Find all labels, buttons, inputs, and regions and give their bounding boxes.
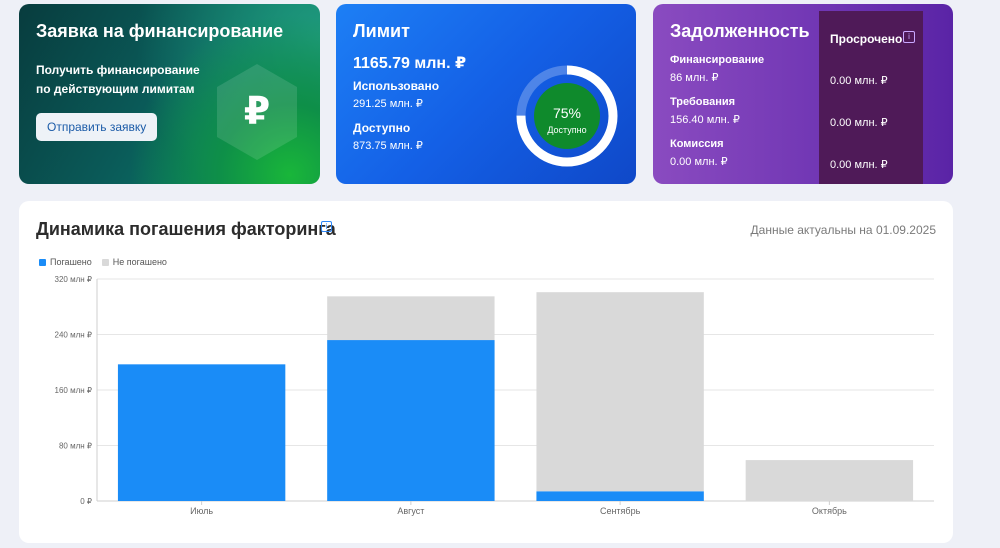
repayment-chart: 0 ₽ 80 млн ₽ 160 млн ₽ 240 млн ₽ 320 млн ₽ Ию… xyxy=(55,275,934,516)
financing-request-title: Заявка на финансирование xyxy=(36,21,284,41)
y-tick-label: 80 млн ₽ xyxy=(59,442,92,451)
debt-financing-label: Финансирование xyxy=(670,54,765,66)
y-tick-label: 0 ₽ xyxy=(80,497,92,506)
debt-card: Задолженность Финансирование 86 млн. ₽ Т… xyxy=(653,4,953,184)
debt-claims-label: Требования xyxy=(670,96,736,108)
repayment-chart-panel: 0 ₽ 80 млн ₽ 160 млн ₽ 240 млн ₽ 320 млн ₽ Ию… xyxy=(19,201,953,543)
available-value: 873.75 млн. ₽ xyxy=(353,140,423,152)
used-label: Использовано xyxy=(353,79,440,93)
x-tick-label: Октябрь xyxy=(812,506,847,516)
info-icon[interactable]: i xyxy=(903,31,915,43)
bar-unpaid xyxy=(536,292,704,492)
legend-item-paid[interactable]: Погашено xyxy=(39,257,92,267)
overdue-claims-value: 0.00 млн. ₽ xyxy=(830,117,888,129)
limit-title: Лимит xyxy=(353,21,410,41)
bar-unpaid xyxy=(745,460,914,501)
legend-swatch-unpaid xyxy=(101,258,109,266)
legend-label-unpaid: Не погашено xyxy=(112,257,167,267)
limit-total: 1165.79 млн. ₽ xyxy=(353,55,467,72)
send-request-button[interactable]: Отправить заявку xyxy=(36,113,158,141)
debt-title: Задолженность xyxy=(670,21,810,41)
limit-card: Лимит 1165.79 млн. ₽ Использовано 291.25… xyxy=(336,4,636,184)
debt-claims-value: 156.40 млн. ₽ xyxy=(670,114,740,126)
bar-paid xyxy=(117,364,286,501)
donut-caption: Доступно xyxy=(547,125,587,135)
x-tick-label: Сентябрь xyxy=(600,506,641,516)
available-percent: 75% xyxy=(552,105,582,121)
overdue-commission-value: 0.00 млн. ₽ xyxy=(830,159,888,171)
chart-legend: Погашено Не погашено xyxy=(39,257,167,267)
chart-title: Динамика погашения факторинга xyxy=(36,219,336,239)
data-date: Данные актуальны на 01.09.2025 xyxy=(750,223,936,237)
ruble-symbol: ₽ xyxy=(244,91,270,133)
ruble-hexagon-icon: ₽ xyxy=(217,64,297,160)
legend-swatch-paid xyxy=(39,258,46,266)
bar-unpaid xyxy=(327,296,495,341)
x-tick-label: Июль xyxy=(190,506,213,516)
y-tick-label: 160 млн ₽ xyxy=(55,386,92,395)
overdue-title: Просрочено xyxy=(830,32,903,46)
used-value: 291.25 млн. ₽ xyxy=(353,98,423,110)
overdue-column: Просрочено i 0.00 млн. ₽ 0.00 млн. ₽ 0.0… xyxy=(819,11,923,184)
debt-financing-value: 86 млн. ₽ xyxy=(670,72,719,84)
debt-commission-label: Комиссия xyxy=(670,138,724,150)
y-tick-label: 320 млн ₽ xyxy=(55,275,92,284)
bar-paid xyxy=(536,491,704,501)
y-tick-label: 240 млн ₽ xyxy=(55,331,92,340)
financing-request-card: Заявка на финансирование Получить финанс… xyxy=(19,4,320,184)
info-icon[interactable]: i xyxy=(321,221,332,232)
debt-commission-value: 0.00 млн. ₽ xyxy=(670,156,728,168)
overdue-financing-value: 0.00 млн. ₽ xyxy=(830,75,888,87)
x-tick-label: Август xyxy=(397,506,424,516)
financing-request-description: Получить финансирование по действующим л… xyxy=(36,63,200,96)
legend-label-paid: Погашено xyxy=(50,257,92,267)
bar-paid xyxy=(327,340,495,501)
legend-item-unpaid[interactable]: Не погашено xyxy=(101,257,167,267)
available-label: Доступно xyxy=(353,121,411,135)
